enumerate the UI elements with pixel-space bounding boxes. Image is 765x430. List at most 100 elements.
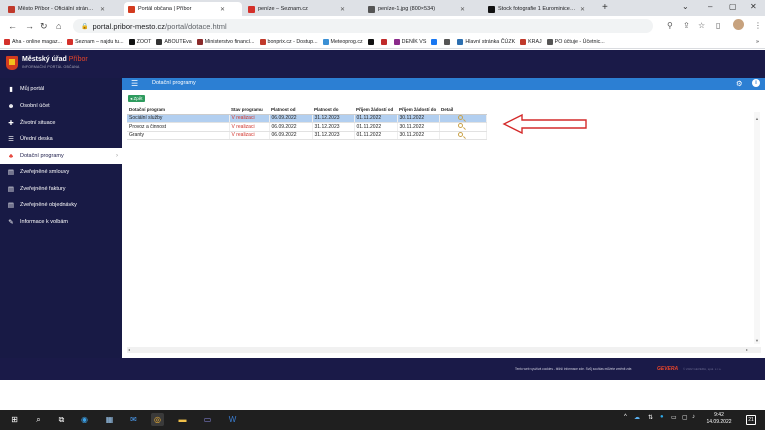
bookmark-item[interactable] [367,39,376,45]
minimize-button[interactable]: – [708,1,712,13]
detail-cell[interactable] [439,122,487,132]
display-icon[interactable]: ▢ [682,414,688,421]
bookmarks-overflow-icon[interactable]: » [756,39,759,45]
horizontal-scrollbar[interactable] [127,347,761,353]
bookmark-item[interactable] [380,39,389,45]
detail-cell[interactable] [439,131,487,140]
browser-toolbar: ← → ↻ ⌂ 🔒 portal.pribor-mesto.cz/portal/… [0,16,765,36]
outlook-icon[interactable]: ✉ [127,413,140,426]
zoom-icon[interactable]: ⚲ [667,20,673,32]
address-bar[interactable]: 🔒 portal.pribor-mesto.cz/portal/dotace.h… [73,19,653,33]
scroll-left-arrow-icon[interactable]: ◂ [128,347,130,352]
sidebar-item[interactable]: ♣ Dotační programy › [0,148,122,164]
close-icon[interactable]: ✕ [100,6,105,13]
share-icon[interactable]: ⇪ [683,20,690,32]
browser-tab[interactable]: peníze-1.jpg (800×534) ✕ [364,2,482,16]
side-panel-icon[interactable]: ▯ [716,20,720,32]
app-tray-icon[interactable]: ● [660,414,664,420]
back-arrow-icon[interactable]: ← [8,19,17,33]
tray-overflow-icon[interactable]: ^ [624,414,627,420]
magnifier-detail-icon[interactable] [457,123,463,129]
tab-search-icon[interactable]: ⌄ [682,1,689,13]
home-icon[interactable]: ⌂ [56,19,61,33]
magnifier-detail-icon[interactable] [457,131,463,137]
profile-avatar[interactable] [733,19,744,30]
word-icon[interactable]: W [226,413,239,426]
gear-icon[interactable]: ⚙ [736,79,743,89]
bookmark-item[interactable]: Ministerstvo financí... [196,39,255,45]
taskbar-clock[interactable]: 9:42 14.09.2022 [706,412,732,426]
battery-icon[interactable]: ▭ [671,414,677,421]
menu-dots-icon[interactable]: ⋮ [754,20,762,32]
bookmark-item[interactable]: Hlavní stránka ČÚZK [457,39,515,45]
bookmark-item[interactable] [444,39,452,45]
cloud-icon[interactable]: ☁ [634,414,640,421]
table-row[interactable]: Provoz a činnost V realizaci 06.09.2022 31.… [127,122,487,132]
scroll-right-arrow-icon[interactable]: ▸ [746,347,748,352]
sidebar-item[interactable]: ▤ Zveřejněné smlouvy [0,164,122,180]
sidebar-item[interactable]: ✎ Informace k volbám [0,214,122,230]
bookmark-item[interactable]: Meteoprog.cz [322,39,363,45]
browser-tab-active[interactable]: Portál občana | Příbor ✕ [124,2,242,16]
bookmark-item[interactable]: Seznam – najdu tu... [67,39,124,45]
bookmark-item[interactable]: DENÍK VS [393,39,426,45]
volume-icon[interactable]: ♪ [692,414,695,420]
new-tab-button[interactable]: + [602,2,608,14]
browser-tab[interactable]: Stock fotografie 1 Eurominice Let ✕ [484,2,598,16]
bookmark-item[interactable]: ZOOT [128,39,151,45]
column-header[interactable]: Příjem žádostí od [354,106,397,115]
table-row[interactable]: Granty V realizaci 06.09.2022 31.12.2023 01.… [127,131,487,140]
bookmark-item[interactable]: Aha - online magaz... [4,39,62,45]
column-header[interactable]: Příjem žádostí do [397,106,439,115]
sidebar-item[interactable]: ▤ Zveřejněné faktury [0,181,122,197]
sidebar-item[interactable]: ☰ Úřední deska [0,131,122,147]
city-crest-logo[interactable] [6,56,18,70]
browser-tab[interactable]: Město Příbor - Oficiální stránky M ✕ [4,2,122,16]
search-icon[interactable]: ⌕ [32,413,45,426]
forward-arrow-icon[interactable]: → [25,19,34,33]
close-icon[interactable]: ✕ [460,6,465,13]
file-explorer-icon[interactable]: ▬ [176,413,189,426]
chrome-icon[interactable]: ◎ [151,413,164,426]
close-icon[interactable]: ✕ [340,6,345,13]
close-icon[interactable]: ✕ [580,6,585,13]
detail-cell[interactable] [439,114,487,123]
column-header[interactable]: Dotační program [127,106,229,115]
portal-brand[interactable]: Městský úřad Příbor [22,56,88,63]
edge-icon[interactable]: ◉ [78,413,91,426]
column-header[interactable]: Platnost od [269,106,312,115]
vertical-scrollbar[interactable] [754,112,760,344]
reload-icon[interactable]: ↻ [40,19,48,33]
column-header[interactable]: Detail [439,106,486,115]
bookmark-item[interactable]: PO účtuje - Účetnic... [546,39,605,45]
close-icon[interactable]: ✕ [220,6,225,13]
vendor-logo[interactable]: GEVERA [657,366,678,372]
magnifier-detail-icon[interactable] [457,114,463,120]
sidebar-item[interactable]: ▤ Zveřejněné objednávky [0,197,122,213]
browser-tab[interactable]: peníze – Seznam.cz ✕ [244,2,362,16]
star-icon[interactable]: ☆ [698,20,705,32]
store-icon[interactable]: ▦ [103,413,116,426]
column-header[interactable]: Platnost do [312,106,354,115]
sidebar-item[interactable]: ☻ Osobní účet [0,98,122,114]
bookmark-item[interactable]: ABOUTEva [156,39,192,45]
bookmark-item[interactable]: bonprix.cz - Dostup... [259,39,318,45]
info-icon[interactable]: i [752,79,760,87]
column-header[interactable]: Stav programu [229,106,269,115]
hamburger-menu-icon[interactable]: ☰ [131,79,138,89]
remote-desktop-icon[interactable]: ▭ [201,413,214,426]
notification-center-icon[interactable]: 21 [746,415,756,425]
bookmark-item[interactable]: KRAJ [520,39,542,45]
close-window-button[interactable]: ✕ [750,1,757,13]
task-view-icon[interactable]: ⧉ [55,413,68,426]
network-icon[interactable]: ⇅ [648,414,653,421]
bookmark-item[interactable] [431,39,439,45]
scroll-down-arrow-icon[interactable]: ▼ [755,338,759,343]
sidebar-item[interactable]: ▮ Můj portál [0,81,122,97]
windows-start-icon[interactable]: ⊞ [8,413,21,426]
scroll-up-arrow-icon[interactable]: ▲ [755,116,759,121]
table-row[interactable]: Sociální služby V realizaci 06.09.2022 31.1… [127,114,487,123]
back-button[interactable]: ◂ Zpět [128,95,145,102]
sidebar-item[interactable]: ✚ Životní situace [0,115,122,131]
maximize-button[interactable]: ▢ [729,1,737,13]
